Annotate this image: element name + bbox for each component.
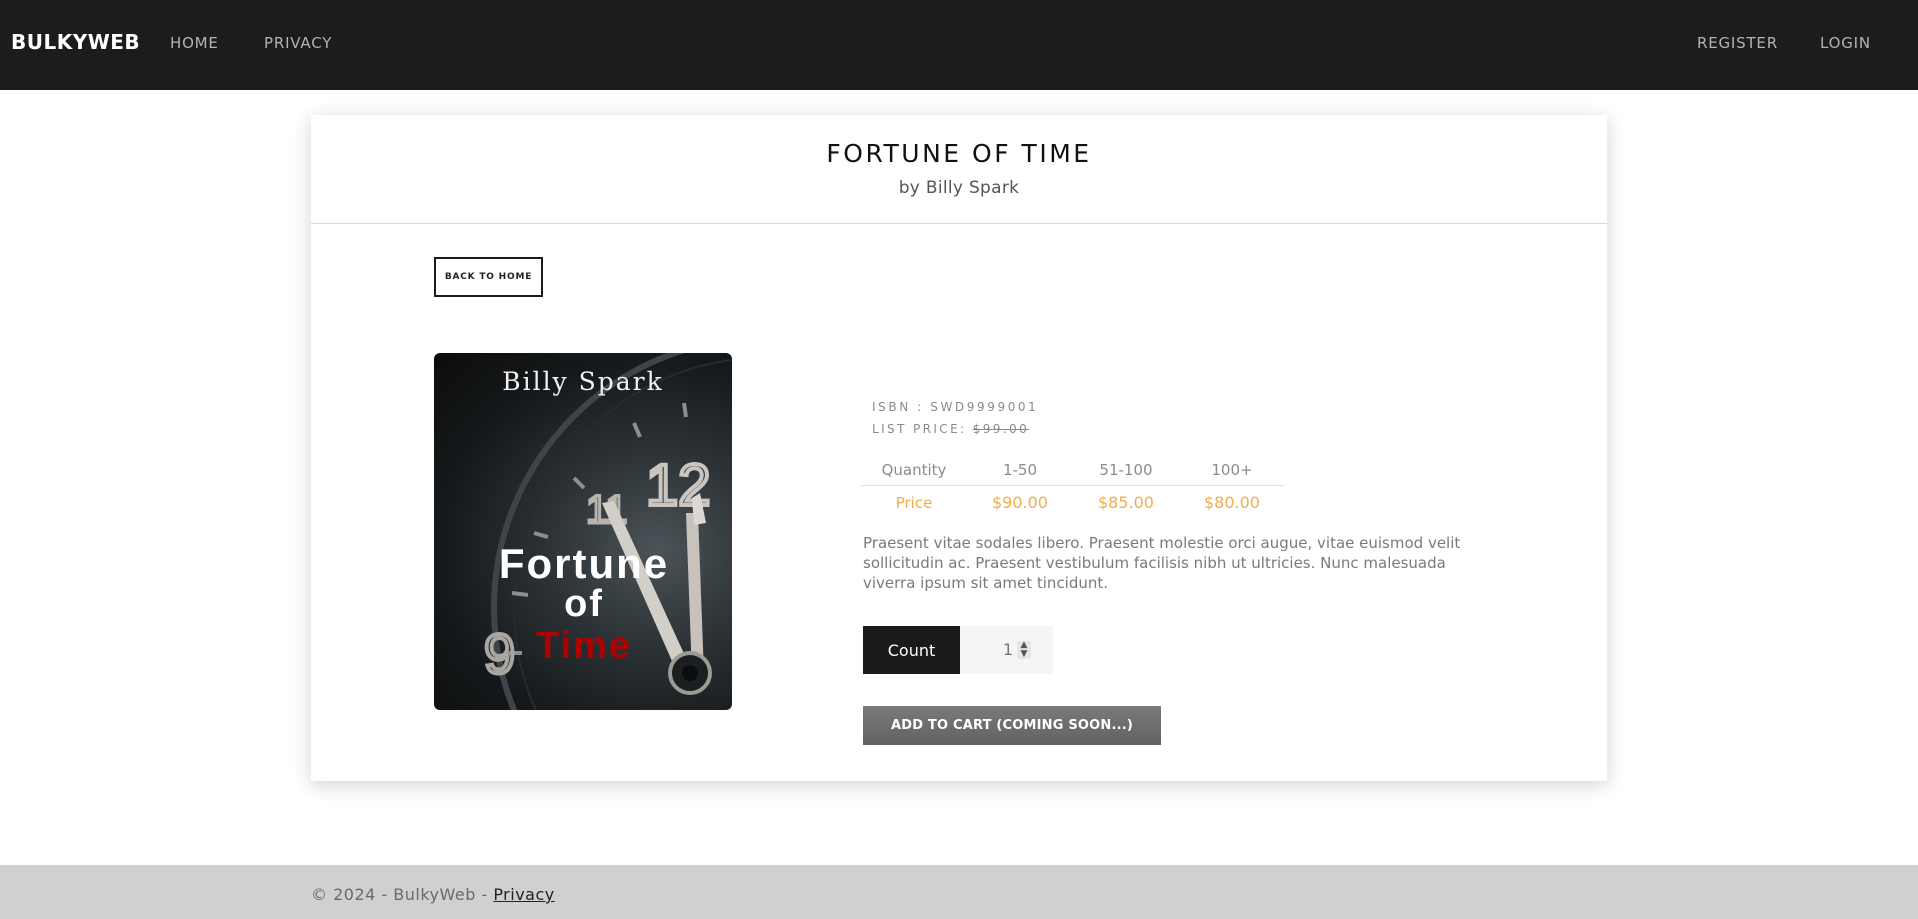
card-header: FORTUNE OF TIME by Billy Spark — [311, 115, 1607, 224]
list-price-label: LIST PRICE: — [872, 422, 967, 436]
back-to-home-button[interactable]: BACK TO HOME — [434, 257, 543, 297]
book-author: by Billy Spark — [898, 178, 1020, 198]
product-card: FORTUNE OF TIME by Billy Spark BACK TO H… — [311, 115, 1607, 781]
nav-login-link[interactable]: LOGIN — [1820, 34, 1871, 52]
list-price-value: $99.00 — [972, 422, 1030, 436]
spinner-arrows-icon[interactable]: ▲ ▼ — [1017, 641, 1031, 659]
price-table-cell: Price — [895, 493, 933, 512]
price-table-header-cell: 51-100 — [1099, 460, 1153, 479]
book-cover-image: 12 11 9 Billy Spark Fortune of Time — [434, 353, 732, 710]
navbar: BULKYWEB HOME PRIVACY REGISTER LOGIN — [0, 0, 1918, 90]
nav-register-link[interactable]: REGISTER — [1697, 34, 1778, 52]
price-table-row: Price $90.00 $85.00 $80.00 — [861, 486, 1285, 519]
price-table-header-cell: 1-50 — [1002, 460, 1038, 479]
list-price: LIST PRICE: $99.00 — [872, 422, 1029, 436]
price-table-header-cell: Quantity — [881, 460, 947, 479]
nav-home-link[interactable]: HOME — [170, 34, 219, 52]
price-table-cell: $85.00 — [1098, 493, 1154, 512]
brand-link[interactable]: BULKYWEB — [11, 30, 140, 54]
product-description: Praesent vitae sodales libero. Praesent … — [863, 534, 1461, 592]
book-title: FORTUNE OF TIME — [826, 139, 1092, 168]
count-label: Count — [863, 626, 960, 674]
count-value: 1 — [1002, 640, 1013, 659]
footer-text: © 2024 - BulkyWeb - Privacy — [311, 885, 555, 904]
footer-copyright: © 2024 - BulkyWeb - — [311, 885, 494, 904]
price-table-cell: $90.00 — [992, 493, 1048, 512]
count-input[interactable]: 1 ▲ ▼ — [960, 626, 1053, 674]
cover-title-line1: Fortune — [498, 540, 670, 587]
footer: © 2024 - BulkyWeb - Privacy — [0, 865, 1918, 919]
cover-title-line2: of — [564, 583, 604, 625]
nav-privacy-link[interactable]: PRIVACY — [264, 34, 332, 52]
add-to-cart-button[interactable]: ADD TO CART (COMING SOON...) — [863, 706, 1161, 745]
price-table-header: Quantity 1-50 51-100 100+ — [861, 454, 1285, 486]
cover-author-text: Billy Spark — [502, 367, 664, 396]
price-table: Quantity 1-50 51-100 100+ Price $90.00 $… — [861, 454, 1285, 519]
isbn-text: ISBN : SWD9999001 — [872, 400, 1039, 414]
price-table-header-cell: 100+ — [1211, 460, 1253, 479]
cover-title-line3: Time — [535, 625, 632, 667]
footer-privacy-link[interactable]: Privacy — [493, 885, 554, 904]
price-table-cell: $80.00 — [1204, 493, 1260, 512]
count-group: Count 1 ▲ ▼ — [863, 626, 1053, 674]
